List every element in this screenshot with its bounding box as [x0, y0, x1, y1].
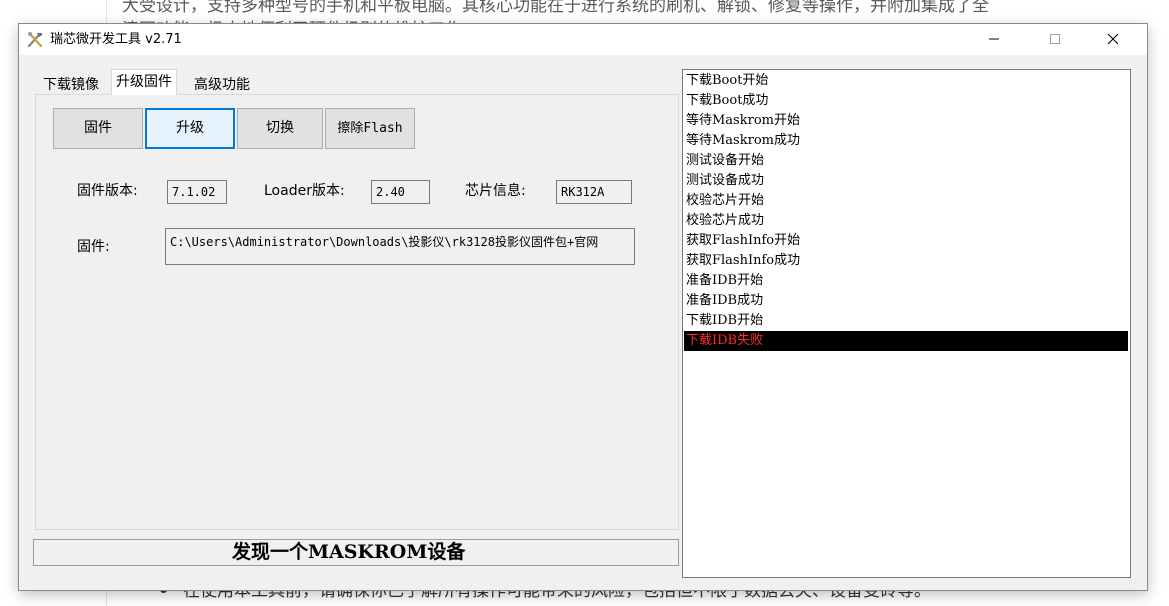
tab-upgrade-firmware[interactable]: 升级固件	[111, 69, 177, 95]
log-list[interactable]: 下载Boot开始 下载Boot成功 等待Maskrom开始 等待Maskrom成功 测试…	[682, 69, 1131, 578]
background-paragraph-line1: 大受设计，支持多种型号的手机和平板电脑。其核心功能在于进行系统的刷机、解锁、修复…	[122, 0, 989, 16]
chip-info-field: RK312A	[556, 180, 632, 204]
firmware-path-field[interactable]: C:\Users\Administrator\Downloads\投影仪\rk3…	[165, 228, 635, 265]
firmware-path-label: 固件:	[77, 239, 110, 255]
log-item[interactable]: 等待Maskrom开始	[684, 111, 1128, 131]
log-item[interactable]: 测试设备开始	[684, 151, 1128, 171]
log-item[interactable]: 准备IDB成功	[684, 291, 1128, 311]
firmware-button[interactable]: 固件	[53, 108, 143, 149]
status-bar: 发现一个MASKROM设备	[33, 539, 679, 566]
log-item[interactable]: 获取FlashInfo开始	[684, 231, 1128, 251]
log-item[interactable]: 准备IDB开始	[684, 271, 1128, 291]
tab-advanced-functions[interactable]: 高级功能	[191, 74, 253, 96]
log-item[interactable]: 等待Maskrom成功	[684, 131, 1128, 151]
title-bar[interactable]: 瑞芯微开发工具 v2.71	[19, 24, 1147, 55]
close-button[interactable]	[1090, 24, 1136, 55]
log-item[interactable]: 下载Boot成功	[684, 91, 1128, 111]
chip-info-label: 芯片信息:	[465, 183, 526, 199]
erase-flash-button[interactable]: 擦除Flash	[325, 108, 415, 149]
loader-version-label: Loader版本:	[264, 183, 345, 199]
maximize-button[interactable]	[1032, 24, 1078, 55]
log-item[interactable]: 下载IDB开始	[684, 311, 1128, 331]
log-item[interactable]: 下载IDB失败	[684, 331, 1128, 351]
firmware-version-field: 7.1.02	[167, 180, 227, 204]
log-item[interactable]: 获取FlashInfo成功	[684, 251, 1128, 271]
close-icon	[1107, 33, 1119, 45]
minimize-button[interactable]	[971, 24, 1017, 55]
switch-button[interactable]: 切换	[237, 108, 323, 149]
app-window: 瑞芯微开发工具 v2.71 下载镜像 升级固件 高级功能 固件 升级 切换 擦除…	[19, 24, 1147, 590]
loader-version-field: 2.40	[371, 180, 430, 204]
firmware-version-label: 固件版本:	[77, 183, 138, 199]
minimize-icon	[989, 38, 999, 40]
upgrade-button[interactable]: 升级	[145, 108, 235, 149]
log-item[interactable]: 校验芯片成功	[684, 211, 1128, 231]
upgrade-firmware-panel	[35, 94, 679, 530]
log-item[interactable]: 校验芯片开始	[684, 191, 1128, 211]
maximize-icon	[1050, 34, 1060, 44]
log-item[interactable]: 测试设备成功	[684, 171, 1128, 191]
log-item[interactable]: 下载Boot开始	[684, 71, 1128, 91]
window-title: 瑞芯微开发工具 v2.71	[50, 32, 182, 47]
tab-download-image[interactable]: 下载镜像	[40, 74, 102, 96]
tools-icon	[27, 32, 43, 48]
